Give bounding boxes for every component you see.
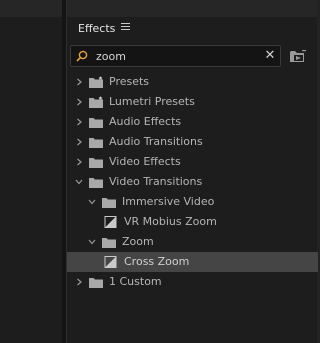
transition-icon — [104, 256, 117, 268]
tree-item-label: Audio Transitions — [109, 135, 203, 148]
tree-item-label: VR Mobius Zoom — [124, 215, 217, 228]
chevron-right-icon[interactable] — [75, 278, 83, 286]
tree-row[interactable]: Presets — [67, 72, 318, 92]
chevron-down-icon[interactable] — [88, 198, 96, 206]
chevron-right-icon[interactable] — [75, 78, 83, 86]
chevron-right-icon[interactable] — [75, 138, 83, 146]
tree-row[interactable]: 1 Custom — [67, 272, 318, 292]
preset-folder-icon — [89, 76, 103, 88]
tree-row[interactable]: Video Transitions — [67, 172, 318, 192]
effects-tree: Presets Lumetri Presets Audio Effects Audio… — [67, 72, 318, 292]
search-box[interactable]: ✕ — [70, 45, 281, 67]
tree-row[interactable]: Audio Transitions — [67, 132, 318, 152]
panel-top-strip — [67, 0, 318, 17]
tree-item-label: Video Transitions — [109, 175, 203, 188]
tree-row[interactable]: Lumetri Presets — [67, 92, 318, 112]
tree-row[interactable]: Audio Effects — [67, 112, 318, 132]
chevron-right-icon[interactable] — [75, 98, 83, 106]
tree-item-label: Video Effects — [109, 155, 181, 168]
chevron-right-icon[interactable] — [75, 118, 83, 126]
tree-item-label: Cross Zoom — [124, 255, 190, 268]
clear-search-icon[interactable]: ✕ — [264, 49, 276, 62]
tree-item-label: Zoom — [122, 235, 154, 248]
preset-folder-icon — [89, 96, 103, 108]
tree-row[interactable]: Zoom — [67, 232, 318, 252]
chevron-down-icon[interactable] — [88, 238, 96, 246]
left-panel — [0, 0, 62, 343]
tree-row[interactable]: Video Effects — [67, 152, 318, 172]
folder-icon — [89, 158, 103, 168]
tree-item-label: Lumetri Presets — [109, 95, 195, 108]
folder-icon — [102, 198, 116, 208]
new-custom-bin-icon[interactable] — [289, 48, 307, 64]
effects-panel: Effects ✕ Presets Lumetri Presets Audio Ef… — [66, 0, 318, 343]
panel-menu-icon[interactable] — [121, 23, 130, 31]
panel-header: Effects — [67, 17, 318, 41]
search-row: ✕ — [67, 45, 318, 67]
transition-icon — [104, 216, 117, 228]
tab-effects[interactable]: Effects — [78, 22, 115, 35]
tree-item-label: Presets — [109, 75, 150, 88]
tree-row[interactable]: Cross Zoom — [67, 252, 318, 272]
folder-icon — [89, 138, 103, 148]
tree-item-label: Audio Effects — [109, 115, 182, 128]
folder-icon — [89, 278, 103, 288]
chevron-down-icon[interactable] — [75, 178, 83, 186]
search-input[interactable] — [96, 49, 256, 63]
chevron-right-icon[interactable] — [75, 158, 83, 166]
tree-row[interactable]: VR Mobius Zoom — [67, 212, 318, 232]
folder-icon — [102, 238, 116, 248]
tree-row[interactable]: Immersive Video — [67, 192, 318, 212]
search-icon — [76, 50, 88, 62]
left-panel-header — [0, 0, 62, 17]
folder-icon — [89, 178, 103, 188]
tree-item-label: 1 Custom — [109, 275, 162, 288]
folder-icon — [89, 118, 103, 128]
tree-item-label: Immersive Video — [122, 195, 215, 208]
